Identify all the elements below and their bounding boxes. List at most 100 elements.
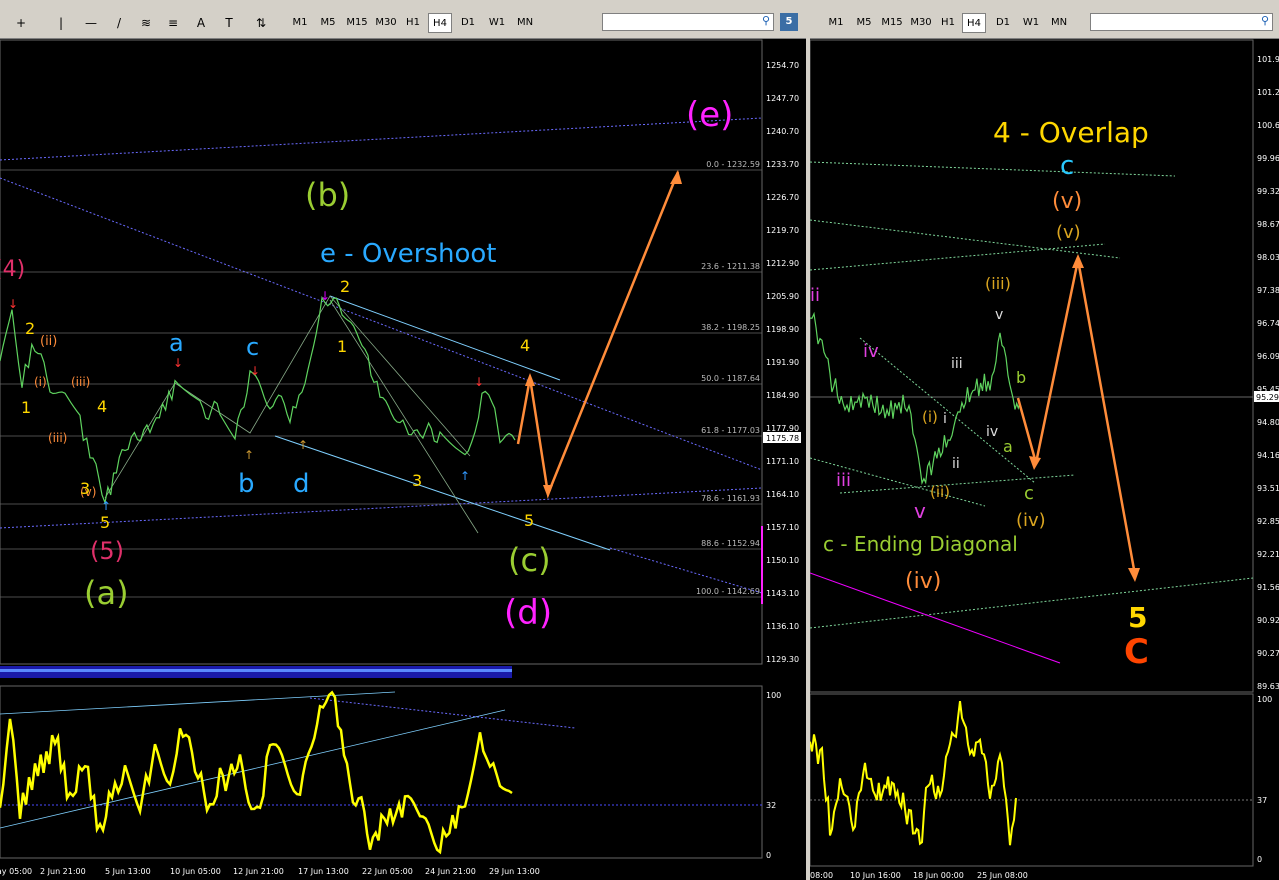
right-toolbar: M1 M5 M15 M30 H1 H4 D1 W1 MN ⚲ [810, 0, 1279, 39]
fib-channel-icon[interactable]: ≋ [135, 13, 157, 33]
left-toolbar: + | — / ≋ ≡ A T ⇅ M1 M5 M15 M30 H1 H4 D1… [0, 0, 808, 39]
svg-text:1177.90: 1177.90 [766, 424, 799, 433]
trendline-icon[interactable]: / [108, 13, 130, 33]
svg-text:100: 100 [766, 691, 781, 700]
wave-label: 4 [520, 336, 530, 355]
svg-text:1226.70: 1226.70 [766, 193, 799, 202]
vertical-line-icon[interactable]: | [50, 13, 72, 33]
price-axis: 101.93 101.26 100.61 99.96 99.32 98.67 9… [1257, 55, 1279, 691]
wave-label: (iii) [985, 274, 1011, 293]
search-input[interactable]: ⚲ [602, 13, 774, 31]
osc-axis: 100 37 0 [1257, 695, 1272, 864]
svg-text:1136.10: 1136.10 [766, 622, 799, 631]
tf-w1[interactable]: W1 [1018, 13, 1044, 33]
tf-h4[interactable]: H4 [428, 13, 452, 33]
wave-label: b [1016, 368, 1026, 387]
wave-label: i [943, 411, 947, 427]
wave-label: (iv) [1016, 510, 1046, 531]
svg-text:91.56: 91.56 [1257, 583, 1279, 592]
svg-text:94.80: 94.80 [1257, 418, 1279, 427]
svg-text:96.74: 96.74 [1257, 319, 1279, 328]
wave-label: (v) [1052, 189, 1082, 214]
oscillator-panel [0, 685, 763, 859]
svg-text:5 Jun 13:00: 5 Jun 13:00 [105, 867, 151, 876]
svg-text:10 Jun 05:00: 10 Jun 05:00 [170, 867, 221, 876]
left-chart[interactable]: 0.0 - 1232.59 23.6 - 1211.38 38.2 - 1198… [0, 38, 806, 880]
wave-label: (ii) [40, 334, 57, 349]
tf-d1[interactable]: D1 [991, 13, 1015, 33]
wave-label: iv [986, 424, 998, 440]
svg-text:92.21: 92.21 [1257, 550, 1279, 559]
wave-label: C [1124, 632, 1149, 672]
arrow-marker-icon[interactable]: ⇅ [250, 13, 272, 33]
wave-label: ii [952, 456, 960, 472]
svg-text:22 Jun 05:00: 22 Jun 05:00 [362, 867, 413, 876]
fib-label: 0.0 - 1232.59 [706, 160, 760, 169]
svg-text:94.16: 94.16 [1257, 451, 1279, 460]
wave-label: (iv) [905, 569, 941, 594]
date-axis: 08:00 10 Jun 16:00 18 Jun 00:00 25 Jun 0… [810, 871, 1028, 880]
fib-label: 78.6 - 1161.93 [701, 494, 760, 503]
tf-m5[interactable]: M5 [852, 13, 876, 33]
osc-axis: 100 32 0 [766, 691, 781, 860]
svg-text:37: 37 [1257, 796, 1267, 805]
crosshair-icon[interactable]: + [10, 13, 32, 33]
search-icon[interactable]: ⚲ [1261, 14, 1269, 27]
wave-label: 5 [1128, 601, 1147, 634]
svg-text:10 Jun 16:00: 10 Jun 16:00 [850, 871, 901, 880]
svg-text:1198.90: 1198.90 [766, 325, 799, 334]
tf-m1[interactable]: M1 [288, 13, 312, 33]
horizontal-line-icon[interactable]: — [80, 13, 102, 33]
tf-m5[interactable]: M5 [316, 13, 340, 33]
text-icon[interactable]: A [190, 13, 212, 33]
fib-label: 23.6 - 1211.38 [701, 262, 760, 271]
wave-label: d [293, 469, 310, 499]
wave-label: iv [863, 341, 879, 362]
tf-w1[interactable]: W1 [484, 13, 510, 33]
fib-icon[interactable]: ≡ [162, 13, 184, 33]
wave-label: 3 [80, 479, 90, 498]
tf-m1[interactable]: M1 [824, 13, 848, 33]
tf-h4[interactable]: H4 [962, 13, 986, 33]
label-icon[interactable]: T [218, 13, 240, 33]
wave-label: iii [836, 470, 851, 491]
wave-label: 1 [337, 337, 347, 356]
wave-label: 4 [97, 397, 107, 416]
tf-mn[interactable]: MN [512, 13, 538, 33]
wave-label: 3 [412, 471, 422, 490]
svg-text:1247.70: 1247.70 [766, 94, 799, 103]
svg-text:96.09: 96.09 [1257, 352, 1279, 361]
tf-m15[interactable]: M15 [878, 13, 906, 33]
notification-badge[interactable]: 5 [780, 13, 798, 31]
wave-label: a [169, 329, 184, 357]
tf-m30[interactable]: M30 [907, 13, 935, 33]
tf-h1[interactable]: H1 [936, 13, 960, 33]
search-input[interactable]: ⚲ [1090, 13, 1273, 31]
svg-text:99.32: 99.32 [1257, 187, 1279, 196]
right-chart[interactable]: 4 - Overlap c (v) (v) ii iv iii v (iii) … [810, 38, 1279, 880]
tf-d1[interactable]: D1 [456, 13, 480, 33]
wave-label: (i) [922, 408, 938, 426]
wave-label: (b) [305, 176, 350, 214]
price-panel [0, 39, 763, 665]
tf-mn[interactable]: MN [1046, 13, 1072, 33]
svg-text:90.27: 90.27 [1257, 649, 1279, 658]
volume-band-line [0, 669, 512, 672]
svg-text:92.85: 92.85 [1257, 517, 1279, 526]
tf-h1[interactable]: H1 [401, 13, 425, 33]
svg-text:29 Jun 13:00: 29 Jun 13:00 [489, 867, 540, 876]
search-icon[interactable]: ⚲ [762, 14, 770, 27]
fib-label: 100.0 - 1142.69 [696, 587, 760, 596]
svg-text:↓: ↓ [173, 356, 183, 370]
wave-label: c - Ending Diagonal [823, 532, 1018, 556]
svg-text:1171.10: 1171.10 [766, 457, 799, 466]
svg-text:1219.70: 1219.70 [766, 226, 799, 235]
svg-text:1129.30: 1129.30 [766, 655, 799, 664]
svg-text:1157.10: 1157.10 [766, 523, 799, 532]
svg-text:1254.70: 1254.70 [766, 61, 799, 70]
wave-label: ii [810, 285, 820, 306]
svg-text:↓: ↓ [250, 364, 260, 378]
svg-text:↓: ↓ [8, 297, 18, 311]
tf-m30[interactable]: M30 [372, 13, 400, 33]
tf-m15[interactable]: M15 [343, 13, 371, 33]
